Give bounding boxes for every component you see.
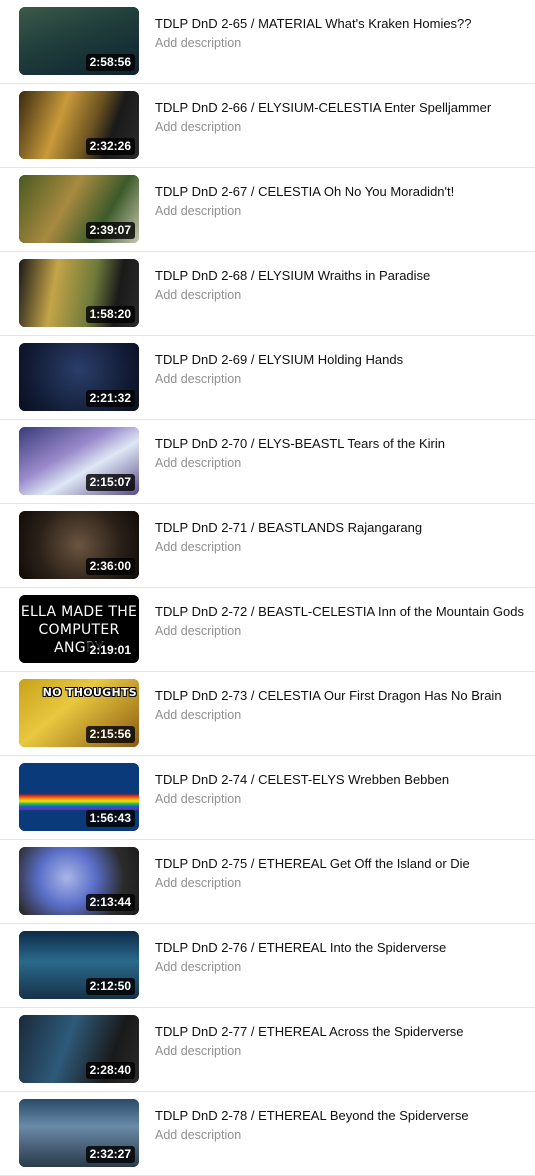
video-thumbnail[interactable]: 2:28:40: [19, 1015, 139, 1083]
video-title[interactable]: TDLP DnD 2-76 / ETHEREAL Into the Spider…: [155, 940, 529, 955]
duration-badge: 2:28:40: [85, 1062, 135, 1079]
video-list-item[interactable]: NO THOUGHTS 2:15:56 TDLP DnD 2-73 / CELE…: [0, 672, 535, 756]
video-title[interactable]: TDLP DnD 2-68 / ELYSIUM Wraiths in Parad…: [155, 268, 529, 283]
video-title[interactable]: TDLP DnD 2-67 / CELESTIA Oh No You Morad…: [155, 184, 529, 199]
video-title[interactable]: TDLP DnD 2-74 / CELEST-ELYS Wrebben Bebb…: [155, 772, 529, 787]
video-thumbnail[interactable]: 2:12:50: [19, 931, 139, 999]
video-thumbnail[interactable]: ELLA MADE THE COMPUTER ANGRY 2:19:01: [19, 595, 139, 663]
video-thumbnail[interactable]: 1:56:43: [19, 763, 139, 831]
video-thumbnail[interactable]: 2:36:00: [19, 511, 139, 579]
add-description-field[interactable]: Add description: [155, 456, 241, 470]
duration-badge: 2:32:27: [85, 1146, 135, 1163]
thumbnail-caption: NO THOUGHTS: [42, 686, 137, 699]
video-title[interactable]: TDLP DnD 2-70 / ELYS-BEASTL Tears of the…: [155, 436, 529, 451]
video-list-item[interactable]: 2:32:26 TDLP DnD 2-66 / ELYSIUM-CELESTIA…: [0, 84, 535, 168]
video-list-item[interactable]: 2:28:40 TDLP DnD 2-77 / ETHEREAL Across …: [0, 1008, 535, 1092]
video-thumbnail[interactable]: 2:32:26: [19, 91, 139, 159]
video-list-item[interactable]: 2:39:07 TDLP DnD 2-67 / CELESTIA Oh No Y…: [0, 168, 535, 252]
add-description-field[interactable]: Add description: [155, 204, 241, 218]
video-list-item[interactable]: 1:58:20 TDLP DnD 2-68 / ELYSIUM Wraiths …: [0, 252, 535, 336]
video-list-item[interactable]: 2:32:27 TDLP DnD 2-78 / ETHEREAL Beyond …: [0, 1092, 535, 1176]
video-thumbnail[interactable]: 2:32:27: [19, 1099, 139, 1167]
add-description-field[interactable]: Add description: [155, 960, 241, 974]
duration-badge: 2:58:56: [85, 54, 135, 71]
add-description-field[interactable]: Add description: [155, 792, 241, 806]
add-description-field[interactable]: Add description: [155, 120, 241, 134]
duration-badge: 2:12:50: [85, 978, 135, 995]
video-title[interactable]: TDLP DnD 2-69 / ELYSIUM Holding Hands: [155, 352, 529, 367]
video-title[interactable]: TDLP DnD 2-73 / CELESTIA Our First Drago…: [155, 688, 529, 703]
video-title[interactable]: TDLP DnD 2-77 / ETHEREAL Across the Spid…: [155, 1024, 529, 1039]
duration-badge: 2:13:44: [85, 894, 135, 911]
add-description-field[interactable]: Add description: [155, 1044, 241, 1058]
duration-badge: 2:19:01: [85, 642, 135, 659]
video-list-item[interactable]: 2:13:44 TDLP DnD 2-75 / ETHEREAL Get Off…: [0, 840, 535, 924]
video-thumbnail[interactable]: NO THOUGHTS 2:15:56: [19, 679, 139, 747]
video-list-item[interactable]: 2:21:32 TDLP DnD 2-69 / ELYSIUM Holding …: [0, 336, 535, 420]
add-description-field[interactable]: Add description: [155, 876, 241, 890]
video-title[interactable]: TDLP DnD 2-78 / ETHEREAL Beyond the Spid…: [155, 1108, 529, 1123]
add-description-field[interactable]: Add description: [155, 372, 241, 386]
add-description-field[interactable]: Add description: [155, 708, 241, 722]
add-description-field[interactable]: Add description: [155, 288, 241, 302]
video-list-item[interactable]: 2:58:56 TDLP DnD 2-65 / MATERIAL What's …: [0, 0, 535, 84]
duration-badge: 2:21:32: [85, 390, 135, 407]
duration-badge: 2:32:26: [85, 138, 135, 155]
add-description-field[interactable]: Add description: [155, 1128, 241, 1142]
video-title[interactable]: TDLP DnD 2-65 / MATERIAL What's Kraken H…: [155, 16, 529, 31]
add-description-field[interactable]: Add description: [155, 540, 241, 554]
duration-badge: 1:56:43: [85, 810, 135, 827]
add-description-field[interactable]: Add description: [155, 36, 241, 50]
video-thumbnail[interactable]: 1:58:20: [19, 259, 139, 327]
video-thumbnail[interactable]: 2:15:07: [19, 427, 139, 495]
video-title[interactable]: TDLP DnD 2-72 / BEASTL-CELESTIA Inn of t…: [155, 604, 529, 619]
video-title[interactable]: TDLP DnD 2-66 / ELYSIUM-CELESTIA Enter S…: [155, 100, 529, 115]
duration-badge: 1:58:20: [85, 306, 135, 323]
video-thumbnail[interactable]: 2:13:44: [19, 847, 139, 915]
video-list-item[interactable]: 2:36:00 TDLP DnD 2-71 / BEASTLANDS Rajan…: [0, 504, 535, 588]
video-list: 2:58:56 TDLP DnD 2-65 / MATERIAL What's …: [0, 0, 535, 1176]
duration-badge: 2:36:00: [85, 558, 135, 575]
video-list-item[interactable]: 1:56:43 TDLP DnD 2-74 / CELEST-ELYS Wreb…: [0, 756, 535, 840]
video-thumbnail[interactable]: 2:21:32: [19, 343, 139, 411]
duration-badge: 2:39:07: [85, 222, 135, 239]
video-title[interactable]: TDLP DnD 2-71 / BEASTLANDS Rajangarang: [155, 520, 529, 535]
video-list-item[interactable]: ELLA MADE THE COMPUTER ANGRY 2:19:01 TDL…: [0, 588, 535, 672]
duration-badge: 2:15:56: [85, 726, 135, 743]
add-description-field[interactable]: Add description: [155, 624, 241, 638]
video-list-item[interactable]: 2:12:50 TDLP DnD 2-76 / ETHEREAL Into th…: [0, 924, 535, 1008]
duration-badge: 2:15:07: [85, 474, 135, 491]
video-list-item[interactable]: 2:15:07 TDLP DnD 2-70 / ELYS-BEASTL Tear…: [0, 420, 535, 504]
video-thumbnail[interactable]: 2:39:07: [19, 175, 139, 243]
video-thumbnail[interactable]: 2:58:56: [19, 7, 139, 75]
video-title[interactable]: TDLP DnD 2-75 / ETHEREAL Get Off the Isl…: [155, 856, 529, 871]
